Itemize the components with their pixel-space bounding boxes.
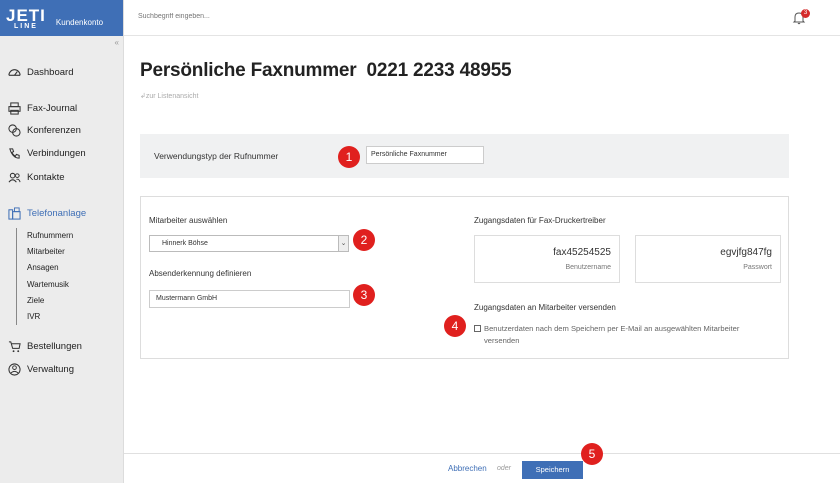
send-credentials-text[interactable]: Benutzerdaten nach dem Speichern per E-M… [484, 323, 774, 347]
employee-label: Mitarbeiter auswählen [149, 216, 228, 225]
or-text: oder [497, 465, 512, 472]
usage-type-label: Verwendungstyp der Rufnummer [154, 151, 279, 161]
collapse-sidebar-icon[interactable]: « [115, 38, 119, 47]
sidebar-item-label: Dashboard [27, 67, 74, 78]
sidebar-item-verbindungen[interactable]: Verbindungen [8, 147, 86, 160]
usage-type-panel: Verwendungstyp der Rufnummer Persönliche… [140, 134, 789, 178]
save-button[interactable]: Speichern [522, 461, 583, 479]
sidebar-item-telefonanlage[interactable]: Telefonanlage [8, 207, 86, 220]
fax-machine-icon [8, 207, 21, 220]
phone-icon [9, 148, 20, 159]
sidebar-item-label: Bestellungen [27, 341, 82, 352]
employee-select[interactable]: Hinnerk Böhse ⌄ [149, 235, 349, 252]
conference-icon [8, 124, 21, 137]
printer-icon [8, 102, 21, 115]
marker-3: 3 [353, 284, 375, 306]
subitem-wartemusik[interactable]: Wartemusik [27, 277, 73, 293]
credentials-label: Zugangsdaten für Fax-Druckertreiber [474, 216, 606, 225]
sidebar-item-label: Konferenzen [27, 125, 81, 136]
logo[interactable]: JETI LINE [6, 7, 46, 30]
logo-main: JETI [6, 5, 46, 25]
brand-bar: JETI LINE Kundenkonto [0, 0, 123, 36]
username-value: fax45254525 [553, 247, 611, 258]
password-caption: Passwort [743, 264, 772, 271]
sidebar-item-bestellungen[interactable]: Bestellungen [8, 340, 82, 353]
page-title-number: 0221 2233 48955 [366, 60, 512, 81]
password-value: egvjfg847fg [720, 247, 772, 258]
subitem-mitarbeiter[interactable]: Mitarbeiter [27, 244, 73, 260]
marker-4: 4 [444, 315, 466, 337]
send-credentials-checkbox[interactable] [474, 325, 481, 332]
search-input[interactable] [138, 13, 438, 20]
chevron-down-icon[interactable]: ⌄ [338, 236, 348, 251]
cancel-button[interactable]: Abbrechen [448, 464, 487, 473]
subitem-ivr[interactable]: IVR [27, 309, 73, 325]
contacts-icon [8, 172, 21, 183]
usage-type-field[interactable]: Persönliche Faxnummer [366, 146, 484, 164]
username-box: fax45254525 Benutzername [474, 235, 620, 283]
sidebar-item-label: Verwaltung [27, 364, 75, 375]
marker-5: 5 [581, 443, 603, 465]
form-footer: Abbrechen oder Speichern [124, 453, 840, 483]
subitem-rufnummern[interactable]: Rufnummern [27, 228, 73, 244]
sidebar-item-konferenzen[interactable]: Konferenzen [8, 124, 81, 137]
user-icon [8, 363, 21, 376]
sender-id-label: Absenderkennung definieren [149, 269, 252, 278]
cart-icon [8, 341, 21, 353]
page-title: Persönliche Faxnummer 0221 2233 48955 [140, 60, 512, 82]
sidebar-item-label: Telefonanlage [27, 208, 87, 219]
sidebar-item-dashboard[interactable]: Dashboard [8, 66, 73, 79]
sidebar-item-label: Verbindungen [27, 148, 86, 159]
main-content: Persönliche Faxnummer 0221 2233 48955 ↲zu… [124, 36, 840, 453]
marker-2: 2 [353, 229, 375, 251]
send-credentials-label: Zugangsdaten an Mitarbeiter versenden [474, 303, 616, 312]
back-link-label: zur Listenansicht [145, 93, 199, 100]
sidebar-item-kontakte[interactable]: Kontakte [8, 171, 65, 184]
username-caption: Benutzername [565, 264, 611, 271]
sidebar-item-label: Fax-Journal [27, 103, 78, 114]
settings-panel: Mitarbeiter auswählen Hinnerk Böhse ⌄ Ab… [140, 196, 789, 359]
dashboard-icon [8, 69, 21, 76]
topbar: 3 [124, 0, 840, 36]
sender-id-field[interactable]: Mustermann GmbH [149, 290, 350, 308]
sidebar: JETI LINE Kundenkonto « Dashboard Fax-Jo… [0, 0, 124, 483]
sidebar-item-verwaltung[interactable]: Verwaltung [8, 363, 74, 376]
marker-1: 1 [338, 146, 360, 168]
notification-badge: 3 [801, 9, 810, 18]
password-box: egvjfg847fg Passwort [635, 235, 781, 283]
page-title-label: Persönliche Faxnummer [140, 60, 357, 81]
subitem-ziele[interactable]: Ziele [27, 293, 73, 309]
logo-sub: LINE [14, 22, 38, 30]
portal-name: Kundenkonto [55, 17, 104, 27]
employee-select-value: Hinnerk Böhse [162, 240, 208, 247]
telefonanlage-submenu: Rufnummern Mitarbeiter Ansagen Wartemusi… [16, 228, 73, 326]
sidebar-item-label: Kontakte [27, 172, 65, 183]
back-to-list-link[interactable]: ↲zur Listenansicht [140, 92, 198, 100]
sidebar-item-fax-journal[interactable]: Fax-Journal [8, 102, 77, 115]
subitem-ansagen[interactable]: Ansagen [27, 260, 73, 276]
